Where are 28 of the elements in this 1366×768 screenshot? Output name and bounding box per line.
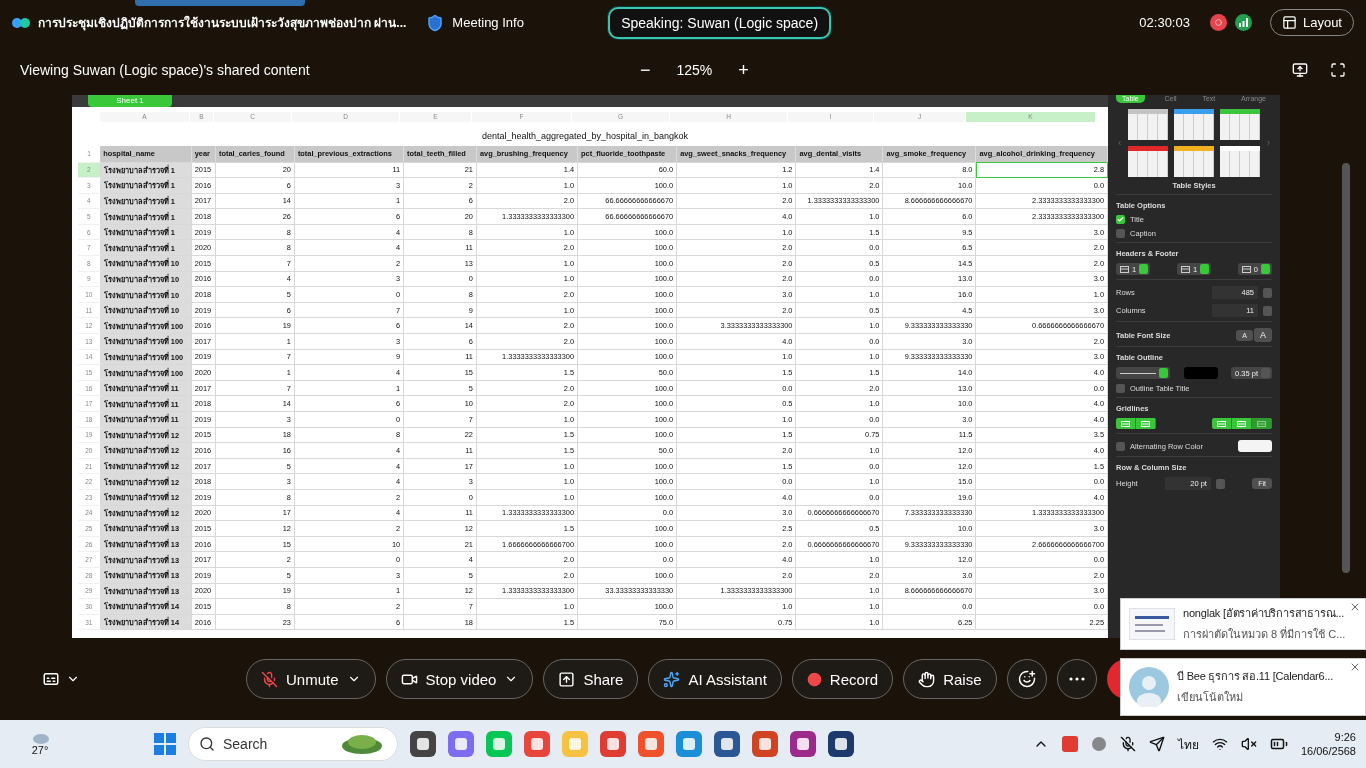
search-field[interactable]: Search	[188, 727, 398, 761]
font-size-button[interactable]: A	[1254, 328, 1272, 342]
control-button[interactable]: Record	[791, 659, 894, 699]
control-button[interactable]: AI Assistant	[648, 659, 782, 699]
weather-widget[interactable]: 27°	[10, 732, 70, 756]
notification-card[interactable]: บี Bee ธุรการ สอ.11 [Calendar6... เขียนโน้ตใหม่	[1120, 658, 1366, 716]
notification-title: บี Bee ธุรการ สอ.11 [Calendar6...	[1177, 668, 1334, 684]
sharing-label: Viewing Suwan (Logic space)'s shared content	[20, 62, 311, 78]
notification-text: การผ่าตัดในหมวด 8 ที่มีการใช้ C...	[1183, 625, 1346, 642]
search-placeholder: Search	[223, 736, 269, 752]
notification-card[interactable]: nonglak [อัตราค่าบริการสาธารณ... การผ่าตัดในหมวด 8 ที่มีการใช้ C...	[1120, 598, 1366, 650]
meeting-title: การประชุมเชิงปฏิบัติการการใช้งานระบบเฝ้าระวังสุขภาพช่องปาก ผ่าน...	[38, 14, 407, 32]
zoom-level: 125%	[676, 62, 713, 78]
zoom-out-button[interactable]: −	[632, 59, 659, 81]
clock[interactable]: 9:26 16/06/2568	[1300, 731, 1356, 757]
meeting-timer: 02:30:03	[1139, 15, 1190, 30]
meeting-info-button[interactable]: Meeting Info	[426, 13, 524, 32]
control-button[interactable]: Raise	[903, 659, 997, 699]
control-button[interactable]: Share	[543, 659, 639, 699]
zoom-in-button[interactable]: +	[730, 59, 757, 81]
sheet-tab[interactable]: Sheet 1	[88, 95, 172, 107]
table-title: dental_health_aggregated_by_hospital_in_bangkok	[480, 130, 690, 143]
language-indicator[interactable]: ไทย	[1177, 734, 1199, 754]
notification-title: nonglak [อัตราค่าบริการสาธารณ...	[1183, 605, 1345, 621]
notification-text: เขียนโน้ตใหม่	[1177, 689, 1244, 705]
control-button[interactable]: Unmute	[246, 659, 376, 699]
speaking-indicator: Speaking: Suwan (Logic space)	[608, 6, 832, 39]
control-button[interactable]: Stop video	[385, 659, 534, 699]
